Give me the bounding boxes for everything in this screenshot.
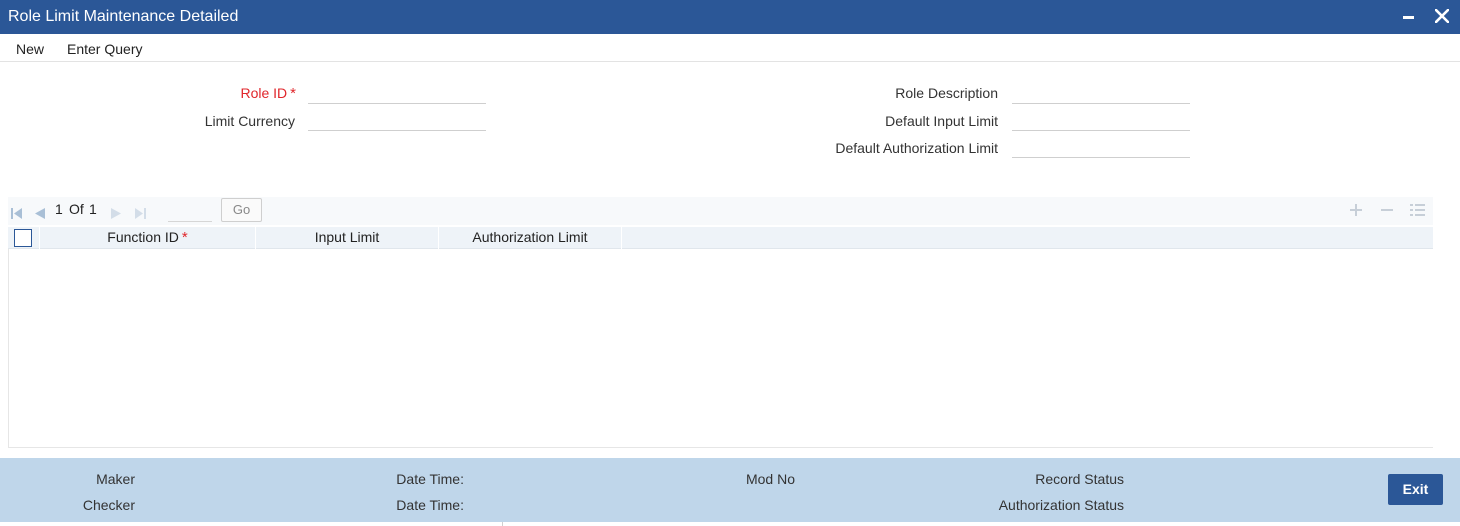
exit-button[interactable]: Exit <box>1388 474 1443 505</box>
role-description-label: Role Description <box>895 85 998 101</box>
column-header-authorization-limit[interactable]: Authorization Limit <box>439 229 621 249</box>
role-id-label: Role ID * <box>240 85 296 102</box>
default-authorization-limit-label: Default Authorization Limit <box>835 140 998 156</box>
mod-no-label: Mod No <box>745 471 795 487</box>
bottom-strip <box>0 522 1460 526</box>
previous-page-icon[interactable] <box>34 206 46 222</box>
default-input-limit-input[interactable] <box>1012 109 1190 131</box>
new-menu-item[interactable]: New <box>16 41 44 57</box>
delete-row-icon[interactable] <box>1380 203 1394 220</box>
close-icon[interactable] <box>1432 6 1452 26</box>
column-divider <box>621 227 622 249</box>
role-description-input[interactable] <box>1012 82 1190 104</box>
single-view-icon[interactable] <box>1410 203 1426 220</box>
role-id-required-marker: * <box>290 85 296 102</box>
grid-body <box>8 249 1433 448</box>
pager-total: 1 <box>89 201 97 217</box>
go-button[interactable]: Go <box>221 198 262 222</box>
audit-footer <box>0 458 1460 522</box>
maker-date-time-label: Date Time: <box>396 471 464 487</box>
pager-current: 1 <box>55 201 63 217</box>
pager-of-label: Of <box>69 201 84 217</box>
default-input-limit-label: Default Input Limit <box>885 113 998 129</box>
menu-bar: New Enter Query <box>0 34 1460 62</box>
column-header-function-id[interactable]: Function ID * <box>40 229 255 249</box>
record-status-label: Record Status <box>1035 471 1124 487</box>
select-all-checkbox[interactable] <box>14 229 32 247</box>
role-id-input[interactable] <box>308 82 486 104</box>
limit-currency-input[interactable] <box>308 109 486 131</box>
bottom-divider <box>502 522 503 526</box>
first-page-icon[interactable] <box>11 206 23 222</box>
authorization-status-label: Authorization Status <box>998 497 1124 513</box>
page-number-input[interactable] <box>168 198 212 222</box>
window-title: Role Limit Maintenance Detailed <box>8 8 239 25</box>
default-authorization-limit-input[interactable] <box>1012 136 1190 158</box>
checker-date-time-label: Date Time: <box>396 497 464 513</box>
add-row-icon[interactable] <box>1349 203 1363 220</box>
last-page-icon[interactable] <box>134 206 146 222</box>
checker-label: Checker <box>82 497 135 513</box>
function-id-required-marker: * <box>181 229 188 246</box>
maker-label: Maker <box>96 471 135 487</box>
minimize-icon[interactable] <box>1399 6 1419 26</box>
enter-query-menu-item[interactable]: Enter Query <box>67 41 142 57</box>
title-bar: Role Limit Maintenance Detailed <box>0 0 1460 34</box>
next-page-icon[interactable] <box>110 206 122 222</box>
column-header-input-limit[interactable]: Input Limit <box>256 229 438 249</box>
limit-currency-label: Limit Currency <box>204 113 295 129</box>
